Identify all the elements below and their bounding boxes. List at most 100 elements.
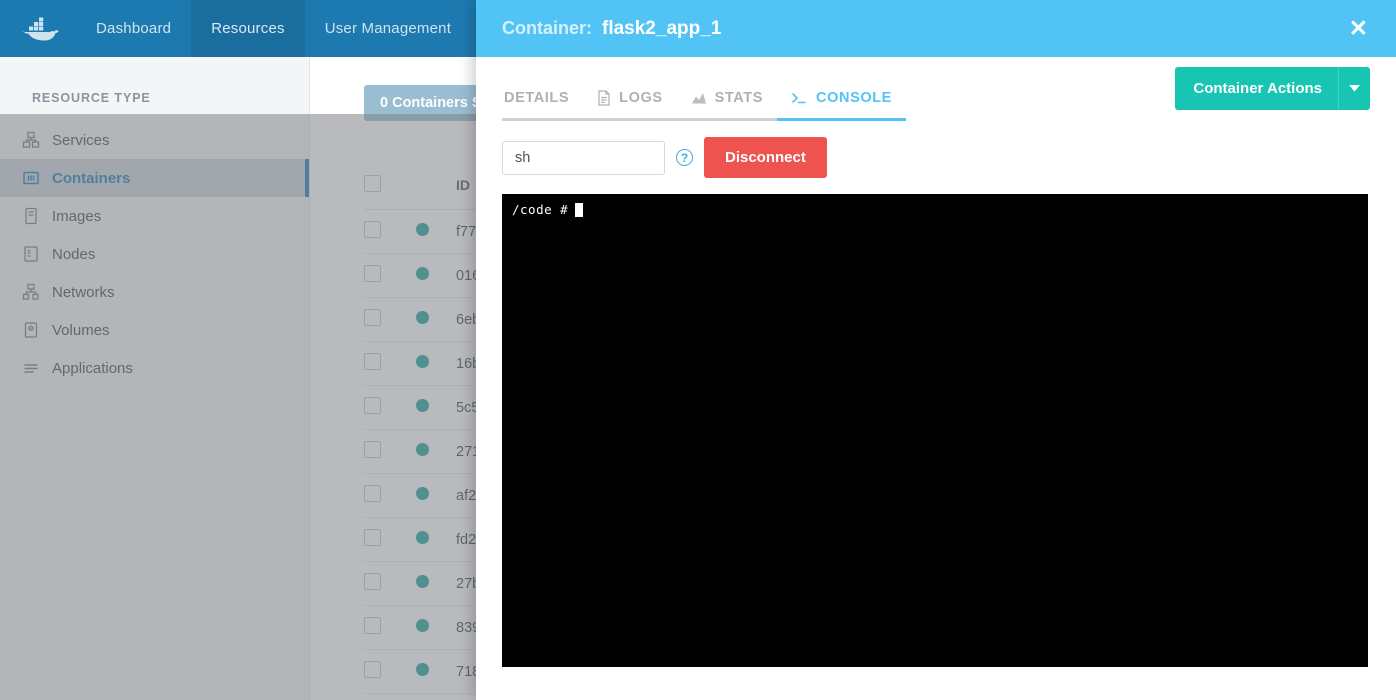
row-status-cell [416, 341, 456, 386]
tab-label: STATS [714, 90, 764, 106]
select-all-checkbox[interactable] [364, 175, 381, 192]
sidebar: RESOURCE TYPE Services Containers Images… [0, 57, 310, 700]
sidebar-item-label: Containers [52, 169, 131, 187]
console-controls: ? Disconnect [502, 137, 1370, 178]
terminal-prompt-text: /code # [512, 202, 569, 217]
row-status-cell [416, 517, 456, 562]
tab-label: LOGS [619, 90, 663, 106]
status-dot-icon [416, 355, 429, 368]
modal-container-name: flask2_app_1 [602, 17, 722, 39]
volume-icon [22, 319, 52, 341]
status-dot-icon [416, 443, 429, 456]
row-checkbox[interactable] [364, 485, 381, 502]
sidebar-item-volumes[interactable]: Volumes [0, 311, 309, 349]
row-checkbox[interactable] [364, 397, 381, 414]
sidebar-item-label: Applications [52, 359, 133, 377]
modal-header: Container: flask2_app_1 ✕ [476, 0, 1396, 57]
sidebar-item-label: Images [52, 207, 102, 225]
select-all-header [364, 165, 416, 210]
sidebar-item-images[interactable]: Images [0, 197, 309, 235]
tab-details[interactable]: DETAILS [502, 90, 584, 121]
status-dot-icon [416, 619, 429, 632]
sidebar-item-nodes[interactable]: Nodes [0, 235, 309, 273]
row-status-cell [416, 253, 456, 298]
row-select-cell [364, 385, 416, 430]
help-circle-icon[interactable]: ? [676, 149, 693, 166]
container-icon [22, 167, 52, 189]
row-select-cell [364, 253, 416, 298]
nav-item-user-management[interactable]: User Management [305, 0, 471, 57]
row-select-cell [364, 209, 416, 254]
terminal-prompt-icon [791, 91, 808, 105]
node-icon [22, 243, 52, 265]
row-checkbox[interactable] [364, 617, 381, 634]
row-checkbox[interactable] [364, 441, 381, 458]
sidebar-item-label: Nodes [52, 245, 96, 263]
status-dot-icon [416, 399, 429, 412]
docker-whale-logo[interactable] [0, 0, 76, 57]
tab-stats[interactable]: STATS [676, 90, 778, 121]
tab-console[interactable]: CONSOLE [777, 90, 906, 121]
container-actions-label: Container Actions [1193, 80, 1322, 97]
status-dot-icon [416, 311, 429, 324]
modal-label: Container: [502, 18, 592, 38]
tab-logs[interactable]: LOGS [583, 90, 677, 121]
chevron-down-icon[interactable] [1338, 67, 1370, 110]
row-checkbox[interactable] [364, 529, 381, 546]
tabs-filler [906, 118, 1370, 121]
row-select-cell [364, 341, 416, 386]
command-input[interactable] [502, 140, 665, 175]
nav-item-dashboard[interactable]: Dashboard [76, 0, 191, 57]
app-root: Dashboard Resources User Management Admi… [0, 0, 1396, 700]
row-status-cell [416, 385, 456, 430]
row-select-cell [364, 473, 416, 518]
network-icon [22, 281, 52, 303]
status-header [416, 165, 456, 210]
nav-item-resources[interactable]: Resources [191, 0, 305, 57]
image-icon [22, 205, 52, 227]
nav-item-label: User Management [324, 20, 452, 37]
nav-item-label: Dashboard [96, 20, 172, 37]
sidebar-title: RESOURCE TYPE [32, 91, 151, 105]
status-dot-icon [416, 487, 429, 500]
row-checkbox[interactable] [364, 265, 381, 282]
row-status-cell [416, 473, 456, 518]
row-select-cell [364, 517, 416, 562]
row-status-cell [416, 209, 456, 254]
row-select-cell [364, 429, 416, 474]
sidebar-item-applications[interactable]: Applications [0, 349, 309, 387]
close-icon[interactable]: ✕ [1343, 13, 1374, 44]
tab-label: CONSOLE [816, 90, 892, 106]
row-status-cell [416, 561, 456, 606]
nav-item-label: Resources [211, 20, 285, 37]
sidebar-item-containers[interactable]: Containers [0, 159, 309, 197]
row-select-cell [364, 561, 416, 606]
sidebar-item-label: Volumes [52, 321, 110, 339]
row-checkbox[interactable] [364, 221, 381, 238]
status-dot-icon [416, 575, 429, 588]
row-select-cell [364, 605, 416, 650]
row-status-cell [416, 605, 456, 650]
container-actions-button[interactable]: Container Actions [1175, 67, 1370, 110]
row-checkbox[interactable] [364, 573, 381, 590]
tab-label: DETAILS [504, 90, 570, 106]
status-dot-icon [416, 663, 429, 676]
row-select-cell [364, 297, 416, 342]
modal-body: DETAILS LOGS STATS CONSOLE Container Act… [476, 57, 1396, 700]
row-checkbox[interactable] [364, 661, 381, 678]
chart-icon [691, 91, 707, 105]
row-status-cell [416, 649, 456, 694]
disconnect-button[interactable]: Disconnect [704, 137, 827, 178]
sidebar-item-label: Networks [52, 283, 115, 301]
row-checkbox[interactable] [364, 353, 381, 370]
applications-icon [22, 357, 52, 379]
terminal-console[interactable]: /code # [502, 194, 1368, 667]
document-icon [597, 90, 611, 106]
status-dot-icon [416, 267, 429, 280]
sidebar-item-services[interactable]: Services [0, 121, 309, 159]
sidebar-item-networks[interactable]: Networks [0, 273, 309, 311]
terminal-cursor [575, 202, 584, 217]
row-status-cell [416, 429, 456, 474]
status-dot-icon [416, 531, 429, 544]
row-checkbox[interactable] [364, 309, 381, 326]
